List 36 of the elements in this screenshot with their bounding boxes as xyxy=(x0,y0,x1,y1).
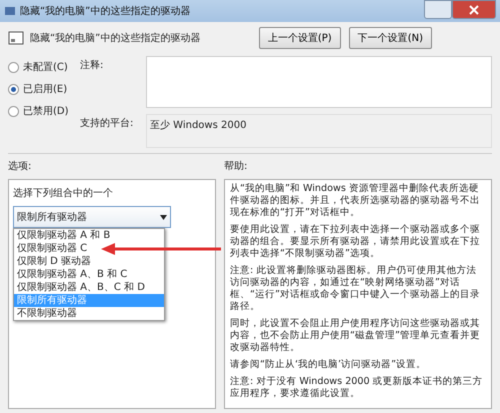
help-paragraph: 从“我的电脑”和 Windows 资源管理器中删除代表所选硬件驱动器的图标。并且，代表所选驱动器的驱动器号不出现在标准的“打开”对话框中。 xyxy=(230,183,481,219)
radio-button[interactable] xyxy=(8,62,19,72)
drives-dropdown[interactable]: 限制所有驱动器 xyxy=(13,206,171,228)
platform-field: 至少 Windows 2000 xyxy=(146,114,492,148)
policy-icon xyxy=(8,31,24,45)
window-title: 隐藏“我的电脑”中的这些指定的驱动器 xyxy=(20,4,190,18)
restore-button[interactable] xyxy=(424,0,452,19)
comment-label: 注释: xyxy=(80,58,104,72)
platform-label: 支持的平台: xyxy=(80,116,134,130)
radio-button[interactable] xyxy=(8,106,19,116)
nav-button[interactable]: 下一个设置(N) xyxy=(348,27,432,49)
help-paragraph: 注意: 对于没有 Windows 2000 或更新版本证书的第三方应用程序，要求遵循此设置。 xyxy=(230,376,484,400)
dropdown-option[interactable]: 仅限制 D 驱动器 xyxy=(14,255,94,268)
nav-button[interactable]: 上一个设置(P) xyxy=(258,27,341,49)
help-label: 帮助: xyxy=(224,160,248,173)
close-icon xyxy=(469,4,479,14)
options-label: 选项: xyxy=(8,160,32,173)
radio-label[interactable]: 已启用(E) xyxy=(23,82,68,96)
options-prompt: 选择下列组合中的一个 xyxy=(13,188,113,199)
dropdown-option[interactable]: 仅限制驱动器 A、B、C 和 D xyxy=(14,281,148,294)
dropdown-option[interactable]: 不限制驱动器 xyxy=(14,307,80,320)
help-paragraph: 请参阅“防止从‘我的电脑’访问驱动器”设置。 xyxy=(230,359,428,371)
help-paragraph: 要使用此设置，请在下拉列表中选择一个驱动器或多个驱动器的组合。要显示所有驱动器，请禁用此设置或在下拉列表中选择“不限制驱动器”选项。 xyxy=(230,224,481,260)
comment-field[interactable] xyxy=(146,56,492,108)
setting-title: 隐藏“我的电脑”中的这些指定的驱动器 xyxy=(30,32,200,45)
radio-label[interactable]: 已禁用(D) xyxy=(23,104,69,118)
close-button[interactable] xyxy=(452,0,496,19)
dropdown-option[interactable]: 仅限制驱动器 C xyxy=(14,242,90,255)
help-paragraph: 同时，此设置不会阻止用户使用程序访问这些驱动器或其内容，也不会防止用户使用“磁盘管理”管理单元查看并更改驱动器特性。 xyxy=(230,318,481,354)
help-paragraph: 注意: 此设置将删除驱动器图标。用户仍可使用其他方法访问驱动器的内容，如通过在“映射网络驱动器”对话框、“运行”对话框或命令窗口中键入一个驱动器上的目录路径。 xyxy=(230,265,481,313)
radio-button[interactable] xyxy=(8,84,19,94)
dropdown-option[interactable]: 仅限制驱动器 A、B 和 C xyxy=(14,268,130,281)
caret-icon xyxy=(160,214,167,220)
policy-icon xyxy=(4,5,16,17)
radio-label[interactable]: 未配置(C) xyxy=(23,60,68,74)
dropdown-option[interactable]: 仅限制驱动器 A 和 B xyxy=(14,229,114,242)
